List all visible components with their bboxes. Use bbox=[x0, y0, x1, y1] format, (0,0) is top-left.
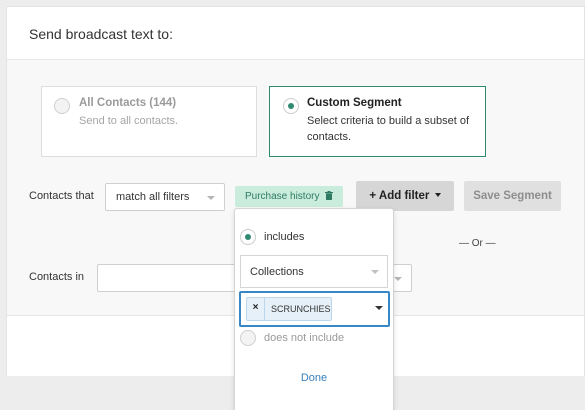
collection-multiselect[interactable]: × SCRUNCHIES bbox=[239, 291, 390, 327]
does-not-include-radio[interactable] bbox=[240, 330, 256, 346]
chevron-down-icon[interactable] bbox=[375, 306, 383, 310]
chevron-down-icon bbox=[371, 270, 379, 274]
chip-label: SCRUNCHIES bbox=[271, 304, 331, 314]
all-contacts-title: All Contacts (144) bbox=[79, 97, 177, 109]
all-contacts-radio[interactable] bbox=[54, 98, 70, 114]
all-contacts-option[interactable]: All Contacts (144) Send to all contacts. bbox=[41, 86, 257, 157]
match-mode-value: match all filters bbox=[116, 191, 190, 203]
done-button[interactable]: Done bbox=[235, 372, 393, 384]
custom-segment-option[interactable]: Custom Segment Select criteria to build … bbox=[269, 86, 486, 157]
chevron-down-icon bbox=[394, 277, 402, 281]
match-mode-select[interactable]: match all filters bbox=[105, 183, 225, 211]
custom-segment-radio[interactable] bbox=[283, 98, 299, 114]
all-contacts-description: Send to all contacts. bbox=[79, 115, 179, 127]
chevron-down-icon bbox=[434, 193, 441, 197]
includes-label: includes bbox=[264, 231, 305, 243]
add-filter-label: + Add filter bbox=[369, 190, 430, 202]
filter-tag-purchase-history[interactable]: Purchase history bbox=[235, 186, 344, 207]
page-title: Send broadcast text to: bbox=[29, 26, 173, 42]
collections-value: Collections bbox=[250, 266, 304, 278]
or-separator: — Or — bbox=[459, 238, 496, 249]
selected-chip: × SCRUNCHIES bbox=[246, 297, 332, 321]
custom-segment-title: Custom Segment bbox=[307, 97, 402, 109]
trash-icon[interactable] bbox=[325, 191, 334, 200]
filter-popover: includes Collections × SCRUNCHIES does n… bbox=[234, 208, 394, 410]
card-header: Send broadcast text to: bbox=[7, 7, 584, 60]
save-segment-label: Save Segment bbox=[473, 190, 552, 202]
custom-segment-description: Select criteria to build a subset of con… bbox=[307, 115, 470, 143]
contacts-in-label: Contacts in bbox=[29, 271, 85, 283]
includes-radio[interactable] bbox=[240, 229, 256, 245]
collections-select[interactable]: Collections bbox=[240, 255, 388, 288]
filter-tag-label: Purchase history bbox=[245, 191, 320, 202]
save-segment-button[interactable]: Save Segment bbox=[464, 181, 561, 211]
remove-chip-button[interactable]: × bbox=[247, 298, 265, 320]
contacts-that-label: Contacts that bbox=[29, 190, 94, 202]
does-not-include-label: does not include bbox=[264, 332, 345, 344]
chevron-down-icon bbox=[207, 196, 215, 200]
add-filter-button[interactable]: + Add filter bbox=[356, 181, 454, 211]
